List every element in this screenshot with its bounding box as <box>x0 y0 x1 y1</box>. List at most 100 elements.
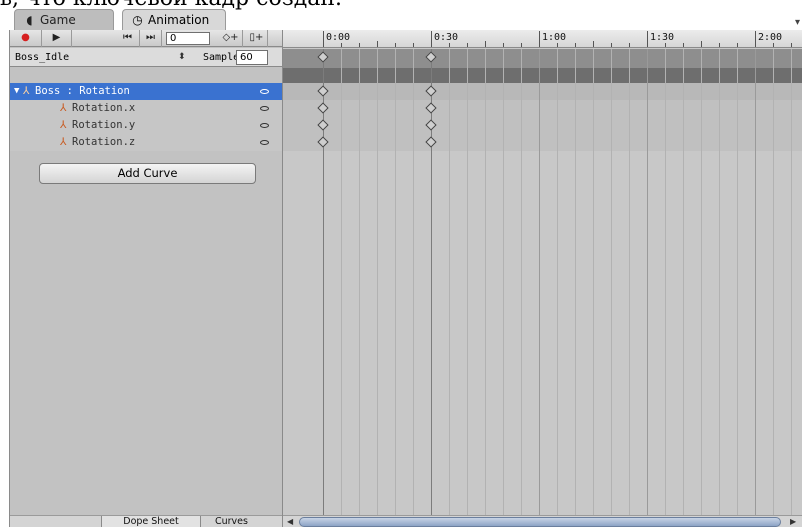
scroll-right-icon[interactable]: ▶ <box>790 516 796 527</box>
ruler-tick <box>593 41 594 47</box>
ruler-tick <box>485 41 486 47</box>
hierarchy-row-rotation-z[interactable]: ⅄ Rotation.z <box>10 134 282 151</box>
ruler-tick <box>431 31 432 47</box>
grid-line <box>755 49 756 515</box>
ruler-tick <box>449 43 450 47</box>
rotation-axis-icon: ⅄ <box>23 85 30 97</box>
ruler-tick <box>413 43 414 47</box>
add-curve-button[interactable]: Add Curve <box>39 163 256 184</box>
grid-line <box>467 49 468 515</box>
add-keyframe-icon: ◇+ <box>222 32 239 43</box>
next-keyframe-button[interactable]: ⏭ <box>140 30 162 47</box>
track-rotation-z[interactable] <box>283 134 802 151</box>
grid-line <box>557 49 558 515</box>
grid-line <box>377 49 378 515</box>
ruler-label: 1:00 <box>542 32 567 43</box>
hierarchy-row-label: Rotation.x <box>72 102 136 114</box>
time-ruler[interactable]: 0:00 0:30 1:00 1:30 2:00 <box>283 30 802 48</box>
grid-line <box>737 49 738 515</box>
grid-line <box>719 49 720 515</box>
ruler-tick <box>611 43 612 47</box>
record-button[interactable]: ● <box>10 30 42 47</box>
ruler-tick <box>665 43 666 47</box>
ruler-tick <box>737 43 738 47</box>
ruler-tick <box>323 31 324 47</box>
grid-line <box>341 49 342 515</box>
horizontal-scrollbar[interactable]: ◀ ▶ <box>283 515 802 527</box>
previous-keyframe-button[interactable]: ⏮ <box>116 30 140 47</box>
grid-line <box>413 49 414 515</box>
add-event-icon: ▯+ <box>249 32 264 43</box>
view-mode-bar: Dope Sheet Curves <box>10 515 282 527</box>
dope-sheet-tab[interactable]: Dope Sheet <box>101 516 200 527</box>
track-boss-rotation[interactable] <box>283 83 802 100</box>
ruler-tick <box>719 43 720 47</box>
play-button[interactable]: ▶ <box>42 30 72 47</box>
hierarchy-row-rotation-x[interactable]: ⅄ Rotation.x <box>10 100 282 117</box>
grid-line <box>683 49 684 515</box>
tab-animation[interactable]: ◷ Animation <box>122 9 226 30</box>
dopesheet-timeline[interactable]: 0:00 0:30 1:00 1:30 2:00 ◀ ▶ <box>283 30 802 527</box>
rotation-axis-icon: ⅄ <box>60 119 67 131</box>
scroll-left-icon[interactable]: ◀ <box>287 516 293 527</box>
add-keyframe-button[interactable]: ◇+ <box>219 30 243 47</box>
ruler-label: 2:00 <box>758 32 783 43</box>
ruler-tick <box>521 43 522 47</box>
hierarchy-header <box>10 68 282 83</box>
curve-options-icon[interactable] <box>260 89 269 94</box>
ruler-tick <box>395 43 396 47</box>
clock-icon: ◷ <box>132 13 143 27</box>
grid-line <box>539 49 540 515</box>
track-rotation-y[interactable] <box>283 117 802 134</box>
grid-line <box>395 49 396 515</box>
hierarchy-row-boss-rotation[interactable]: ▼ ⅄ Boss : Rotation <box>10 83 282 100</box>
animation-toolbar: ● ▶ ⏮ ⏭ 0 ◇+ ▯+ <box>10 30 282 47</box>
clip-selector[interactable]: Boss_Idle <box>12 50 192 65</box>
scrollbar-thumb[interactable] <box>299 517 781 527</box>
add-event-button[interactable]: ▯+ <box>246 30 268 47</box>
tab-menu-icon[interactable]: ▾ <box>795 17 800 28</box>
grid-line <box>647 49 648 515</box>
ruler-tick <box>791 43 792 47</box>
play-icon: ▶ <box>52 32 61 43</box>
sample-rate-field[interactable]: 60 <box>236 50 268 65</box>
ruler-tick <box>755 31 756 47</box>
curve-options-icon[interactable] <box>260 140 269 145</box>
sample-label: Sample <box>203 52 240 63</box>
grid-line <box>665 49 666 515</box>
grid-line <box>359 49 360 515</box>
game-icon: ◖ <box>26 13 33 27</box>
grid-line <box>503 49 504 515</box>
previous-keyframe-icon: ⏮ <box>123 32 132 43</box>
curve-options-icon[interactable] <box>260 106 269 111</box>
record-icon: ● <box>21 32 30 43</box>
hierarchy-row-rotation-y[interactable]: ⅄ Rotation.y <box>10 117 282 134</box>
ruler-tick <box>467 43 468 47</box>
grid-line <box>791 49 792 515</box>
ruler-label: 1:30 <box>650 32 675 43</box>
ruler-tick <box>503 43 504 47</box>
ruler-tick <box>359 43 360 47</box>
grid-line <box>629 49 630 515</box>
editor-tab-bar: ◖ Game ◷ Animation ▾ <box>0 9 802 30</box>
ruler-tick <box>557 43 558 47</box>
clip-dropdown-arrow-icon[interactable]: ⬍ <box>178 50 186 65</box>
hierarchy-row-label: Rotation.y <box>72 119 136 131</box>
summary-track <box>283 49 802 68</box>
curve-options-icon[interactable] <box>260 123 269 128</box>
next-keyframe-icon: ⏭ <box>146 32 155 43</box>
current-frame-field[interactable]: 0 <box>166 32 210 45</box>
grid-line <box>701 49 702 515</box>
hierarchy-row-label: Boss : Rotation <box>35 85 130 97</box>
track-rotation-x[interactable] <box>283 100 802 117</box>
ruler-tick <box>539 31 540 47</box>
tab-game[interactable]: ◖ Game <box>14 9 114 30</box>
grid-line <box>485 49 486 515</box>
clip-bar: Boss_Idle ⬍ Sample 60 <box>10 48 282 67</box>
foldout-triangle-icon[interactable]: ▼ <box>14 83 19 100</box>
hierarchy-row-label: Rotation.z <box>72 136 136 148</box>
summary-band <box>283 68 802 83</box>
curves-tab[interactable]: Curves <box>200 516 262 527</box>
grid-line <box>521 49 522 515</box>
ruler-tick <box>341 43 342 47</box>
